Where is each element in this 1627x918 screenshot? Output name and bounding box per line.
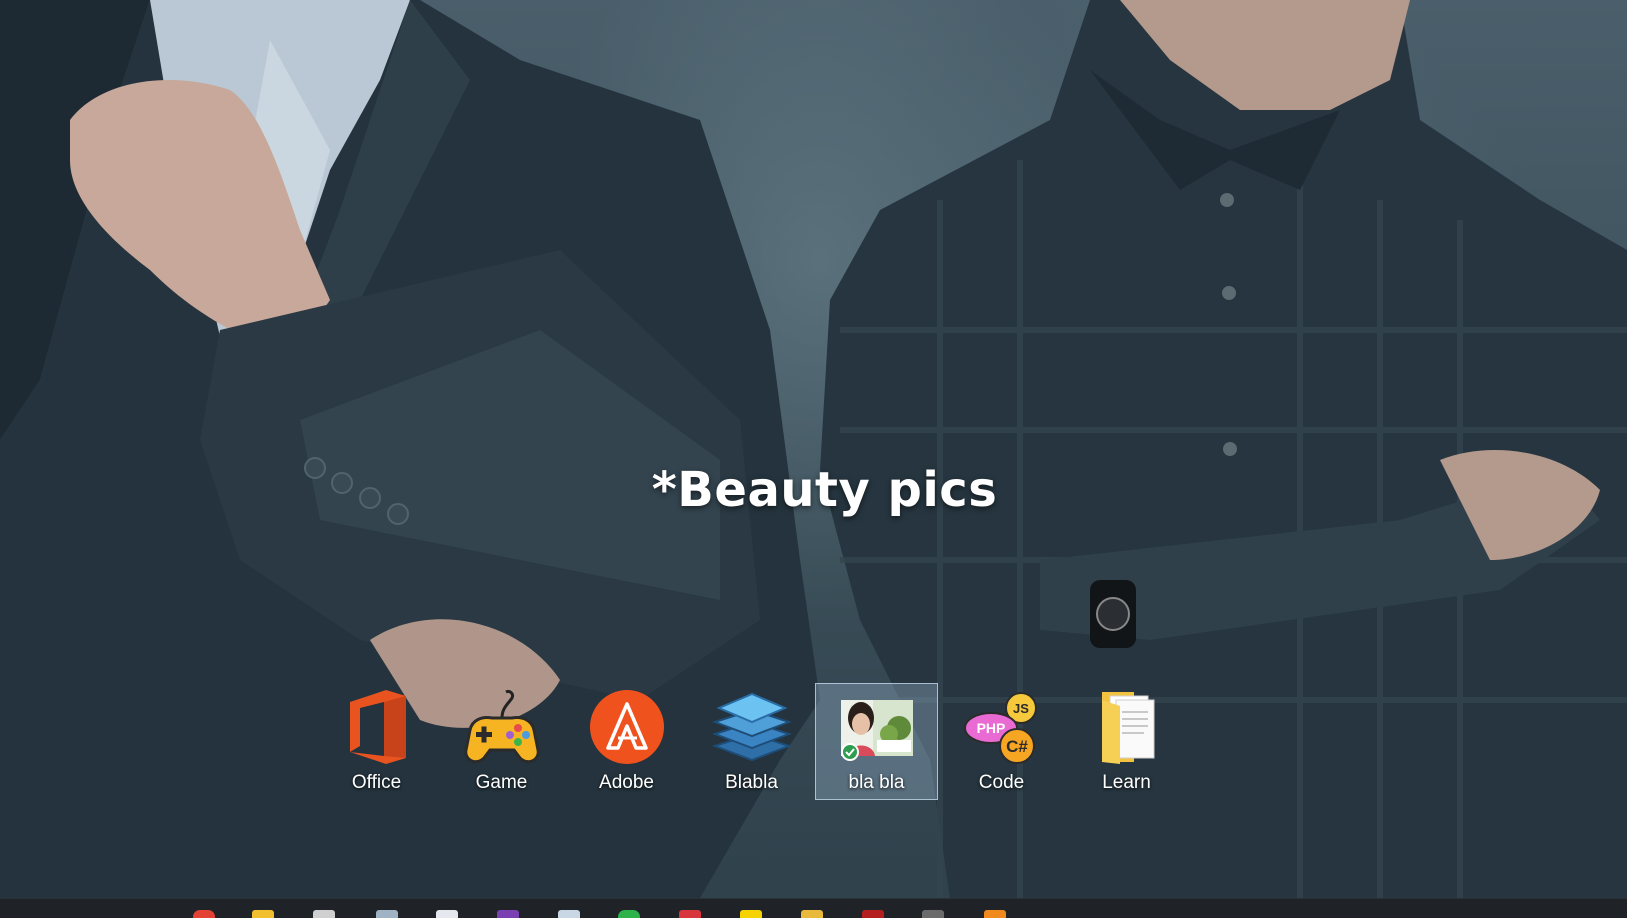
paint-icon[interactable]	[313, 910, 335, 918]
premiere-icon[interactable]	[497, 910, 519, 918]
folder-icon	[1086, 688, 1168, 766]
learn-label: Learn	[1102, 772, 1151, 793]
desktop-icon-adobe[interactable]: Adobe	[565, 683, 688, 800]
file-explorer-icon[interactable]	[252, 910, 274, 918]
desktop-icon-bla-bla[interactable]: bla bla	[815, 683, 938, 800]
calendar-icon[interactable]	[436, 910, 458, 918]
desktop-icon-office[interactable]: Office	[315, 683, 438, 800]
adobe-icon	[586, 688, 668, 766]
folder-icon[interactable]	[801, 910, 823, 918]
office-icon	[336, 688, 418, 766]
spotify-icon[interactable]	[618, 910, 640, 918]
game-label: Game	[475, 772, 528, 793]
sticky-notes-icon[interactable]	[740, 910, 762, 918]
chrome-icon[interactable]	[193, 910, 215, 918]
blabla-label: Blabla	[725, 772, 778, 793]
office-label: Office	[351, 772, 402, 793]
desktop-icon-code[interactable]: JS PHP C# Code	[940, 683, 1063, 800]
vlc-icon[interactable]	[984, 910, 1006, 918]
photo-icon[interactable]	[922, 910, 944, 918]
js-badge: JS	[1013, 701, 1029, 716]
php-badge: PHP	[976, 720, 1005, 736]
gamepad-icon	[461, 688, 543, 766]
adobe-label: Adobe	[599, 772, 654, 793]
code-label: Code	[978, 772, 1025, 793]
acrobat-icon[interactable]	[862, 910, 884, 918]
beauty-pics-caption: *Beauty pics	[651, 462, 998, 518]
code-icon: JS PHP C#	[961, 688, 1043, 766]
desktop-icon-game[interactable]: Game	[440, 683, 563, 800]
csharp-badge: C#	[1006, 737, 1028, 756]
red-app-icon[interactable]	[679, 910, 701, 918]
desktop-icon-row: Office Game Adobe Blabla bla bla JS PHP …	[315, 683, 1188, 800]
box-icon[interactable]	[558, 910, 580, 918]
layers-icon	[711, 688, 793, 766]
desktop-icon-learn[interactable]: Learn	[1065, 683, 1188, 800]
notepad-icon[interactable]	[376, 910, 398, 918]
desktop-icon-blabla[interactable]: Blabla	[690, 683, 813, 800]
photo-folder-icon	[836, 688, 918, 766]
bla-bla-label: bla bla	[848, 772, 905, 793]
